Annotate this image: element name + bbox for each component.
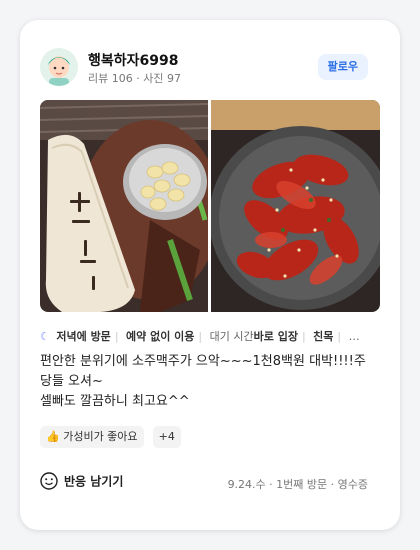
avatar[interactable]	[40, 48, 78, 86]
thumbs-up-icon: 👍	[46, 430, 60, 443]
reservation-tag: 예약 없이 이용	[126, 330, 195, 343]
smile-icon	[40, 472, 58, 490]
react-label: 반응 남기기	[64, 474, 124, 489]
visit-tags: ☾ 저녁에 방문 | 예약 없이 이용 | 대기 시간 바로 입장 | 친목 | …	[40, 329, 360, 344]
visit-time-tag: 저녁에 방문	[56, 330, 111, 343]
visit-meta: 9.24.수 · 1번째 방문 · 영수증	[227, 478, 368, 491]
keyword-chip-label: 가성비가 좋아요	[63, 430, 138, 443]
moon-icon: ☾	[40, 329, 50, 343]
wait-time-tag: 바로 입장	[253, 330, 298, 343]
review-footer: 반응 남기기 9.24.수 · 1번째 방문 · 영수증	[40, 472, 380, 496]
review-card: 행복하자6998 리뷰 106 · 사진 97 팔로우 ☾ 저녁에 방문 | 예…	[20, 20, 400, 530]
wait-time-label: 대기 시간	[209, 330, 254, 343]
follow-button[interactable]: 팔로우	[317, 54, 368, 80]
review-header: 행복하자6998 리뷰 106 · 사진 97 팔로우	[40, 48, 380, 88]
keyword-chips: 👍 가성비가 좋아요 +4	[40, 426, 185, 450]
more-tags-button[interactable]: …	[349, 330, 360, 343]
review-text[interactable]: 편안한 분위기에 소주맥주가 으악~~~1천8백원 대박!!!!주 당들 오셔~…	[40, 352, 380, 412]
more-keywords-button[interactable]: +4	[152, 426, 181, 448]
review-photo-1[interactable]	[40, 100, 208, 312]
purpose-tag: 친목	[313, 330, 334, 343]
reviewer-stats: 리뷰 106 · 사진 97	[88, 72, 181, 85]
react-button[interactable]: 반응 남기기	[40, 472, 123, 490]
photo-gallery	[40, 100, 380, 312]
keyword-chip[interactable]: 👍 가성비가 좋아요	[40, 426, 144, 448]
review-photo-2[interactable]	[211, 100, 380, 312]
reviewer-name[interactable]: 행복하자6998	[88, 50, 179, 70]
